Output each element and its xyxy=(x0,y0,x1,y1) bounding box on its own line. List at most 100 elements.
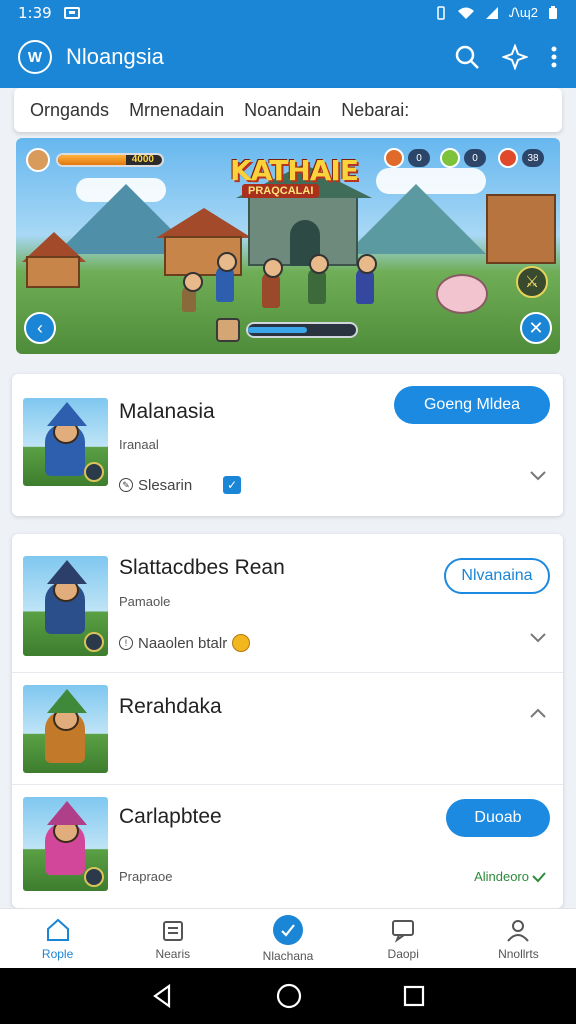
game-meta: ! Naaolen btalr xyxy=(119,634,251,652)
app-title: Nloangsia xyxy=(66,44,164,69)
game-meta: ✎ Slesarin ✓ xyxy=(119,476,242,494)
status-bar: 1:39 Ꮑɰ2 xyxy=(0,0,576,26)
app-actions xyxy=(454,44,558,70)
app-bar: W Nloangsia xyxy=(0,26,576,88)
tab-0[interactable]: Orngands xyxy=(30,100,109,121)
house-building xyxy=(26,256,80,288)
game-name: Carlapbtee xyxy=(119,805,222,828)
game-subtitle: Prapraoe xyxy=(119,869,173,884)
info-icon: ! xyxy=(119,636,133,650)
resource-counter: 0 xyxy=(384,148,430,168)
install-game-button[interactable]: Duoab xyxy=(446,799,550,837)
character-figure xyxy=(356,254,377,304)
nav-item-profile[interactable]: Nnollrts xyxy=(461,909,576,968)
calendar-icon xyxy=(162,920,183,941)
search-icon[interactable] xyxy=(454,44,480,70)
recents-icon[interactable] xyxy=(403,985,425,1007)
character-figure xyxy=(262,258,283,308)
battery-icon xyxy=(549,6,557,19)
status-time: 1:39 xyxy=(18,4,52,22)
game-meta-text: Naaolen btalr xyxy=(138,634,228,652)
play-game-button[interactable]: Goeng Mldea xyxy=(394,386,550,424)
game-status-text: Alindeoro xyxy=(474,869,529,884)
chevron-down-icon[interactable] xyxy=(529,632,547,644)
banner-game-subtitle: PRAQCALAI xyxy=(242,184,320,198)
house-roof xyxy=(156,208,252,238)
resource-value: 0 xyxy=(408,149,430,167)
character-figure xyxy=(182,272,203,312)
xp-bar xyxy=(216,318,358,342)
temple-building xyxy=(236,164,372,266)
bottom-navigation: Rople Nearis Nlachana Daopi Nnollrts xyxy=(0,908,576,968)
chat-icon xyxy=(392,919,415,943)
nav-item-home[interactable]: Rople xyxy=(0,909,115,968)
game-subtitle: Iranaal xyxy=(119,437,159,452)
tab-1[interactable]: Mrnenadain xyxy=(129,100,224,121)
game-thumbnail[interactable] xyxy=(23,398,108,486)
more-vert-icon[interactable] xyxy=(550,44,558,70)
sword-icon[interactable]: ⚔ xyxy=(516,266,548,298)
status-right-text: Ꮑɰ2 xyxy=(509,5,538,20)
character-portrait xyxy=(216,318,240,342)
back-icon[interactable] xyxy=(151,984,175,1008)
game-meta-text: Slesarin xyxy=(138,476,193,494)
profile-icon xyxy=(507,919,530,942)
status-icons: Ꮑɰ2 xyxy=(435,5,558,21)
nav-item-discover[interactable]: Nlachana xyxy=(230,909,345,968)
game-row[interactable]: Malanasia Iranaal ✎ Slesarin ✓ Goeng Mld… xyxy=(12,374,563,516)
tab-3[interactable]: Nebarai: xyxy=(341,100,409,121)
banner-game-title: KATHAIE xyxy=(230,154,359,187)
character-figure xyxy=(216,252,237,302)
game-row[interactable]: Slattacdbes Rean Pamaole ! Naaolen btalr… xyxy=(12,534,563,672)
signal-icon xyxy=(486,7,499,19)
game-thumbnail[interactable] xyxy=(23,685,108,773)
game-thumbnail[interactable] xyxy=(23,797,108,891)
game-action-button[interactable]: Nlvanaina xyxy=(444,558,550,594)
game-row[interactable]: Rerahdaka xyxy=(12,673,563,784)
resource-orb-icon xyxy=(440,148,460,168)
banner-close-button[interactable]: ✕ xyxy=(520,312,552,344)
nav-item-chat[interactable]: Daopi xyxy=(346,909,461,968)
game-badge-icon xyxy=(84,632,104,652)
sparkle-icon[interactable] xyxy=(502,44,528,70)
wifi-icon xyxy=(458,7,475,19)
nav-item-news[interactable]: Nearis xyxy=(115,909,230,968)
home-circle-icon[interactable] xyxy=(276,983,302,1009)
tab-2[interactable]: Noandain xyxy=(244,100,321,121)
resource-value: 38 xyxy=(522,149,544,167)
game-badge-icon xyxy=(84,462,104,482)
chevron-down-icon[interactable] xyxy=(529,470,547,482)
compass-icon xyxy=(273,914,303,945)
resource-orb-icon xyxy=(498,148,518,168)
featured-game-banner[interactable]: ⚔ KATHAIE PRAQCALAI 4000 0 0 38 ‹ ✕ xyxy=(16,138,560,354)
notification-icon xyxy=(63,7,80,19)
check-icon[interactable]: ✓ xyxy=(223,476,242,494)
game-name: Rerahdaka xyxy=(119,695,222,718)
game-thumbnail[interactable] xyxy=(23,556,108,656)
resource-orb-icon xyxy=(384,148,404,168)
health-fill xyxy=(58,155,126,165)
app-logo[interactable]: W xyxy=(18,40,52,74)
chevron-up-icon[interactable] xyxy=(529,707,547,719)
health-track: 4000 xyxy=(56,153,164,167)
banner-prev-button[interactable]: ‹ xyxy=(24,312,56,344)
category-tabs: Orngands Mrnenadain Noandain Nebarai: xyxy=(14,88,562,132)
nav-label: Daopi xyxy=(387,946,419,961)
character-figure xyxy=(308,254,329,304)
game-list-card: Slattacdbes Rean Pamaole ! Naaolen btalr… xyxy=(12,534,563,908)
game-card: Malanasia Iranaal ✎ Slesarin ✓ Goeng Mld… xyxy=(12,374,563,516)
nav-label: Rople xyxy=(41,946,74,961)
info-icon: ✎ xyxy=(119,478,133,492)
nav-label: Nnollrts xyxy=(498,946,539,961)
game-row[interactable]: Carlapbtee Prapraoe Duoab Alindeoro xyxy=(12,785,563,908)
health-value: 4000 xyxy=(131,154,154,165)
resource-value: 0 xyxy=(464,149,486,167)
app-logo-text: W xyxy=(27,48,43,66)
nav-label: Nlachana xyxy=(262,948,314,963)
player-avatar xyxy=(26,148,50,172)
game-name: Slattacdbes Rean xyxy=(119,556,285,579)
game-subtitle: Pamaole xyxy=(119,594,171,609)
check-icon xyxy=(532,871,546,882)
home-icon xyxy=(46,918,69,941)
xp-fill xyxy=(248,327,308,333)
